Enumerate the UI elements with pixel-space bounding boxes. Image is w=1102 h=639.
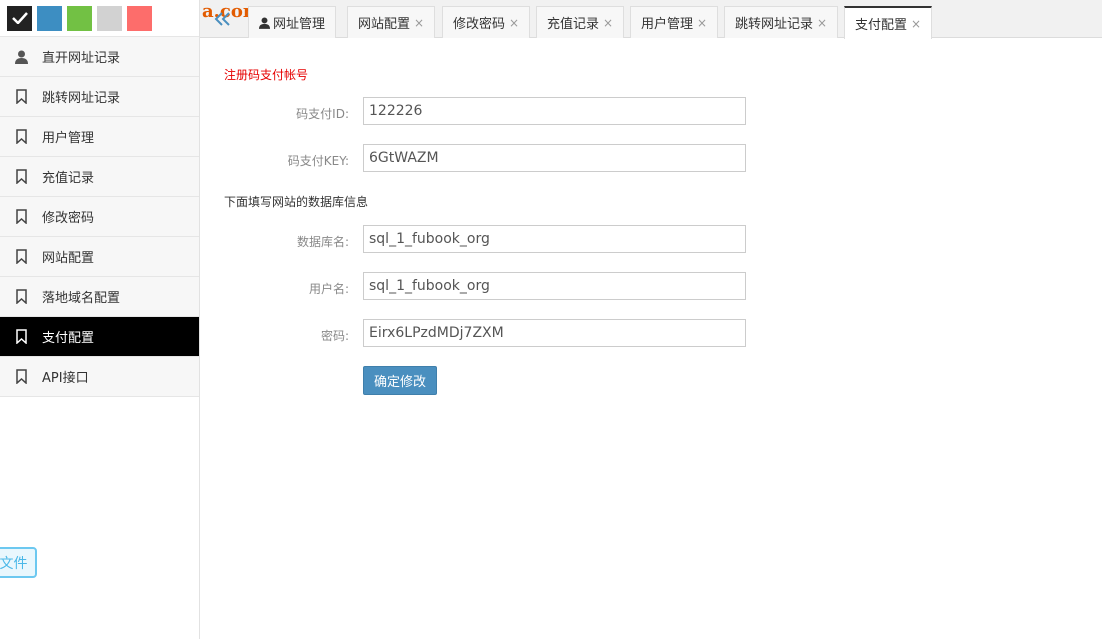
sidebar-item-direct-url-records[interactable]: 直开网址记录	[0, 37, 199, 77]
bookmark-icon	[14, 89, 28, 105]
sidebar-item-label: 跳转网址记录	[42, 91, 121, 106]
sidebar-item-label: 充值记录	[42, 171, 95, 186]
pay-id-label: 码支付ID:	[296, 107, 349, 121]
sidebar-item-payment-config[interactable]: 支付配置	[0, 317, 199, 357]
sidebar-item-label: API接口	[42, 371, 89, 386]
db-name-label: 数据库名:	[296, 235, 349, 249]
sidebar-item-change-password[interactable]: 修改密码	[0, 197, 199, 237]
section-title-database: 下面填写网站的数据库信息	[224, 195, 369, 209]
sidebar-item-label: 落地域名配置	[42, 291, 121, 306]
pay-key-input[interactable]	[363, 144, 746, 172]
double-chevron-left-icon[interactable]	[212, 12, 234, 26]
tab-label: 跳转网址记录	[735, 17, 814, 32]
tab-label: 支付配置	[855, 18, 908, 33]
sidebar-item-api[interactable]: API接口	[0, 357, 199, 397]
pay-key-label: 码支付KEY:	[287, 154, 349, 168]
theme-swatch-black[interactable]	[7, 5, 32, 31]
tab-label: 用户管理	[641, 17, 694, 32]
close-icon[interactable]: ×	[911, 17, 921, 31]
close-icon[interactable]: ×	[509, 16, 519, 30]
bookmark-icon	[14, 369, 28, 385]
db-name-input[interactable]	[363, 225, 746, 253]
db-password-input[interactable]	[363, 319, 746, 347]
bookmark-icon	[14, 209, 28, 225]
bookmark-icon	[14, 329, 28, 345]
theme-swatch-green[interactable]	[67, 5, 92, 31]
close-icon[interactable]: ×	[817, 16, 827, 30]
tab-label: 网址管理	[273, 17, 326, 32]
sidebar-item-site-config[interactable]: 网站配置	[0, 237, 199, 277]
bookmark-icon	[14, 169, 28, 185]
sidebar-item-recharge-records[interactable]: 充值记录	[0, 157, 199, 197]
close-icon[interactable]: ×	[697, 16, 707, 30]
sidebar-item-label: 修改密码	[42, 211, 95, 226]
theme-swatch-red[interactable]	[127, 5, 152, 31]
sidebar-item-redirect-url-records[interactable]: 跳转网址记录	[0, 77, 199, 117]
db-password-label: 密码:	[320, 329, 349, 343]
sidebar-item-label: 直开网址记录	[42, 51, 121, 66]
tab-change-password[interactable]: 修改密码 ×	[442, 6, 531, 38]
tab-recharge-records[interactable]: 充值记录 ×	[536, 6, 625, 38]
tab-url-management[interactable]: 网址管理	[248, 6, 337, 38]
tab-label: 网站配置	[358, 17, 411, 32]
tab-label: 修改密码	[453, 17, 506, 32]
sidebar: 直开网址记录 跳转网址记录 用户管理 充值记录 修改密码 网站配置 落地域名配置…	[0, 0, 200, 639]
close-icon[interactable]: ×	[414, 16, 424, 30]
sidebar-menu: 直开网址记录 跳转网址记录 用户管理 充值记录 修改密码 网站配置 落地域名配置…	[0, 37, 199, 397]
theme-swatch-gray[interactable]	[97, 5, 122, 31]
sidebar-item-label: 用户管理	[42, 131, 95, 146]
check-icon	[11, 12, 28, 24]
sidebar-item-user-management[interactable]: 用户管理	[0, 117, 199, 157]
db-user-label: 用户名:	[308, 282, 349, 296]
bookmark-icon	[14, 289, 28, 305]
close-icon[interactable]: ×	[603, 16, 613, 30]
user-icon	[259, 17, 270, 29]
confirm-modify-button[interactable]: 确定修改	[363, 366, 437, 395]
bookmark-icon	[14, 249, 28, 265]
tab-user-management[interactable]: 用户管理 ×	[630, 6, 719, 38]
tab-label: 充值记录	[547, 17, 600, 32]
tab-redirect-url-records[interactable]: 跳转网址记录 ×	[724, 6, 839, 38]
theme-swatch-blue[interactable]	[37, 5, 62, 31]
sidebar-item-label: 支付配置	[42, 331, 95, 346]
db-user-input[interactable]	[363, 272, 746, 300]
bookmark-icon	[14, 129, 28, 145]
theme-swatches	[0, 0, 199, 37]
sidebar-item-label: 网站配置	[42, 251, 95, 266]
sidebar-item-landing-domain-config[interactable]: 落地域名配置	[0, 277, 199, 317]
tab-payment-config[interactable]: 支付配置 ×	[844, 6, 933, 39]
tab-bar: a.com 网址管理 网站配置 × 修改密码 × 充值记录 × 用户管理 × 跳…	[200, 0, 1102, 39]
pay-id-input[interactable]	[363, 97, 746, 125]
user-icon	[14, 49, 28, 65]
section-title-pay-account: 注册码支付帐号	[224, 68, 309, 82]
tab-site-config[interactable]: 网站配置 ×	[347, 6, 436, 38]
file-float-button[interactable]: 文件	[0, 547, 37, 578]
